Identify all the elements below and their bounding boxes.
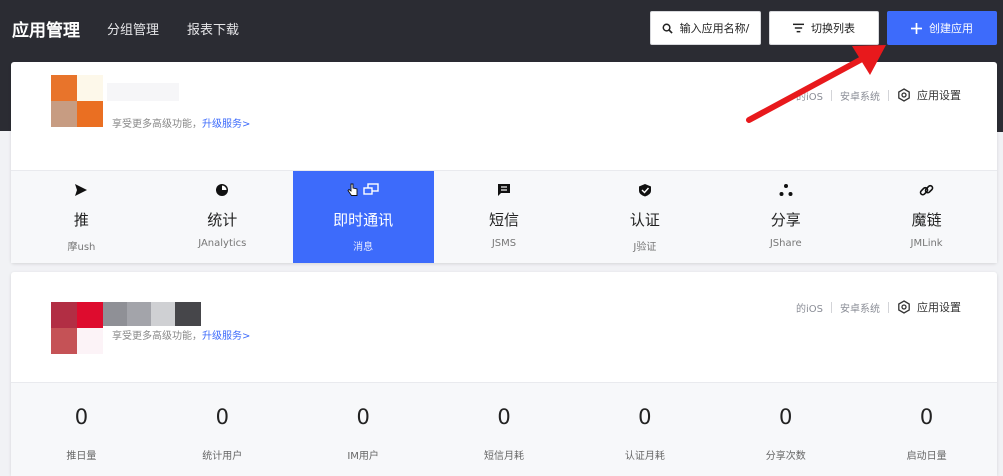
message-icon: [498, 184, 510, 196]
stat-label: 分享次数: [765, 451, 806, 462]
platform-ios: 的iOS: [796, 91, 823, 103]
app-name-blurred: [127, 302, 151, 326]
app-icon[interactable]: [51, 75, 103, 127]
stat-value: 0: [779, 405, 793, 429]
platform-info: 的iOS 安卓系统 应用设置: [796, 87, 961, 103]
settings-hexagon-icon: [898, 300, 910, 314]
upgrade-text: 享受更多高级功能，: [112, 119, 202, 130]
service-push[interactable]: 推 摩ush: [11, 171, 152, 263]
platform-android: 安卓系统: [840, 303, 880, 315]
stat-label: 认证月耗: [624, 451, 665, 462]
service-title: 即时通讯: [333, 211, 394, 229]
pointer-hand-icon: [347, 183, 358, 196]
topbar-edge: [997, 120, 1003, 132]
app-name-blurred: [103, 302, 127, 326]
upgrade-text: 享受更多高级功能，: [112, 331, 202, 342]
stat-value: 0: [356, 405, 370, 429]
stat-verify-monthly: 0 认证月耗: [574, 383, 715, 476]
stat-label: 短信月耗: [484, 451, 524, 462]
app-settings-link[interactable]: 应用设置: [897, 87, 961, 103]
nav-report-download[interactable]: 报表下载: [187, 19, 239, 38]
service-deeplink[interactable]: 魔链 JMLink: [856, 171, 997, 263]
service-title: 认证: [629, 211, 660, 229]
platform-info: 的iOS 安卓系统 应用设置: [796, 299, 961, 315]
stat-im-users: 0 IM用户: [293, 383, 434, 476]
service-subtitle: JMLink: [910, 238, 943, 249]
toggle-list-button[interactable]: 切换列表: [769, 11, 879, 45]
stat-share-count: 0 分享次数: [715, 383, 856, 476]
shield-check-icon: [638, 184, 651, 197]
app-name-blurred: [107, 83, 179, 101]
app-settings-label: 应用设置: [917, 89, 961, 102]
stat-push-daily: 0 推日量: [11, 383, 152, 476]
create-app-button[interactable]: 创建应用: [887, 11, 997, 45]
page-title: 应用管理: [12, 21, 80, 41]
list-icon: [793, 23, 804, 33]
service-title: 短信: [489, 211, 520, 229]
nav-group-management[interactable]: 分组管理: [107, 19, 159, 38]
share-icon: [779, 184, 793, 196]
service-im[interactable]: 即时通讯 消息: [292, 171, 434, 263]
service-subtitle: 摩ush: [67, 242, 96, 253]
separator: [831, 301, 832, 313]
service-sms[interactable]: 短信 JSMS: [434, 171, 575, 263]
service-subtitle: JAnalytics: [198, 238, 247, 249]
send-icon: [75, 184, 88, 196]
service-title: 推: [73, 211, 89, 229]
stat-value: 0: [638, 405, 652, 429]
search-icon: [662, 23, 673, 34]
stat-label: IM用户: [347, 451, 379, 462]
separator: [888, 89, 889, 101]
service-verification[interactable]: 认证 J验证: [574, 171, 715, 263]
upgrade-service-link[interactable]: 升级服务>: [202, 331, 250, 342]
stat-label: 统计用户: [202, 451, 243, 462]
service-analytics[interactable]: 统计 JAnalytics: [152, 171, 293, 263]
toggle-list-label: 切换列表: [811, 22, 855, 35]
service-subtitle: JSMS: [491, 238, 517, 249]
service-subtitle: J验证: [633, 242, 657, 253]
upgrade-service-link[interactable]: 升级服务>: [202, 119, 250, 130]
app-settings-link[interactable]: 应用设置: [897, 299, 961, 315]
service-title: 分享: [770, 211, 801, 229]
app-name-blurred: [175, 302, 201, 326]
stat-value: 0: [74, 405, 89, 429]
platform-android: 安卓系统: [840, 91, 880, 103]
pie-chart-icon: [216, 184, 229, 196]
chat-icon: [363, 183, 379, 195]
stat-analytics-users: 0 统计用户: [152, 383, 293, 476]
search-input-placeholder: 输入应用名称/: [679, 22, 750, 35]
app-card: 享受更多高级功能，升级服务> 的iOS 安卓系统 应用设置 推 摩ush 统计 …: [11, 62, 997, 263]
service-subtitle: 消息: [353, 242, 374, 253]
app-card: 享受更多高级功能，升级服务> 的iOS 安卓系统 应用设置 0 推日量 0 统计…: [11, 272, 997, 476]
platform-ios: 的iOS: [796, 303, 823, 315]
link-icon: [919, 184, 934, 196]
service-tabs: 推 摩ush 统计 JAnalytics 即时通讯 消息 短信 JSMS 认证 …: [11, 171, 997, 263]
stat-label: 启动日量: [906, 451, 947, 462]
app-name-blurred: [151, 302, 175, 326]
service-title: 统计: [207, 211, 238, 229]
upgrade-notice: 享受更多高级功能，升级服务>: [112, 115, 250, 130]
stat-launch-daily: 0 启动日量: [856, 383, 997, 476]
stats-row: 0 推日量 0 统计用户 0 IM用户 0 短信月耗 0 认证月耗 0 分享次数…: [11, 383, 997, 476]
app-settings-label: 应用设置: [917, 301, 961, 314]
service-subtitle: JShare: [769, 238, 802, 249]
search-button[interactable]: 输入应用名称/: [650, 11, 761, 45]
separator: [888, 301, 889, 313]
stat-label: 推日量: [66, 451, 97, 462]
plus-icon: [911, 22, 922, 34]
separator: [831, 89, 832, 101]
stat-value: 0: [215, 405, 229, 429]
upgrade-notice: 享受更多高级功能，升级服务>: [112, 327, 250, 342]
stat-sms-monthly: 0 短信月耗: [434, 383, 575, 476]
stat-value: 0: [497, 405, 511, 429]
create-app-label: 创建应用: [929, 22, 973, 35]
settings-hexagon-icon: [898, 88, 910, 102]
service-title: 魔链: [911, 211, 942, 229]
stat-value: 0: [919, 405, 934, 429]
service-share[interactable]: 分享 JShare: [715, 171, 856, 263]
app-icon[interactable]: [51, 302, 103, 354]
